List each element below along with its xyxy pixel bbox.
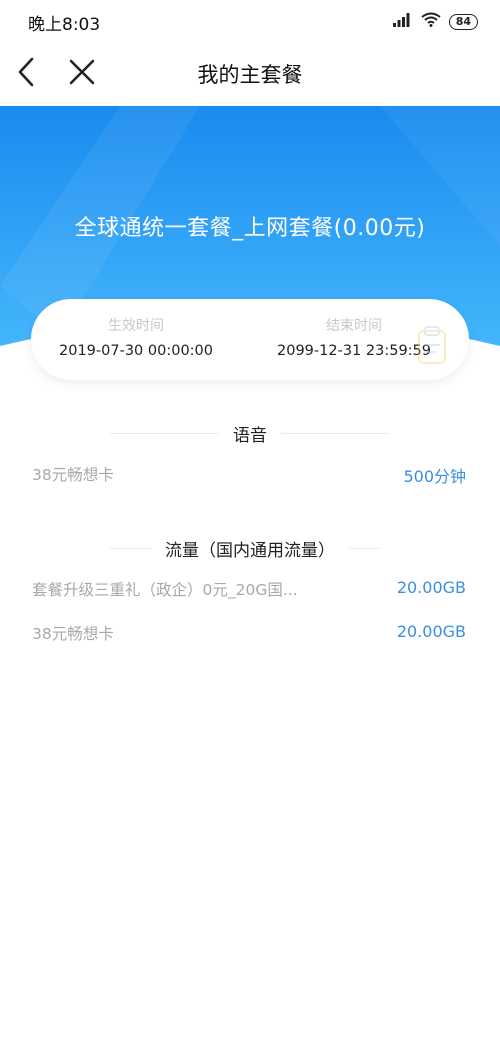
- list-item: 38元畅想卡 500分钟: [32, 463, 466, 487]
- start-date-block: 生效时间 2019-07-30 00:00:00: [41, 315, 231, 359]
- package-amount: 20.00GB: [396, 578, 466, 597]
- package-name: 套餐升级三重礼（政企）0元_20G国...: [32, 581, 298, 599]
- package-amount: 500分钟: [403, 467, 466, 486]
- voice-section-header: 语音: [0, 421, 500, 446]
- battery-icon: 84: [448, 13, 478, 30]
- nav-bar: 我的主套餐: [0, 40, 500, 106]
- package-name: 38元畅想卡: [32, 625, 114, 643]
- voice-section-title: 语音: [219, 421, 281, 446]
- start-date-value: 2019-07-30 00:00:00: [59, 343, 213, 359]
- validity-card: 生效时间 2019-07-30 00:00:00 结束时间 2099-12-31…: [31, 299, 469, 380]
- page-title: 我的主套餐: [197, 63, 303, 87]
- start-date-label: 生效时间: [108, 318, 164, 334]
- document-icon: [413, 325, 453, 373]
- signal-icon: [392, 12, 413, 31]
- plan-title: 全球通统一套餐_上网套餐(0.00元): [74, 216, 426, 241]
- data-section-header: 流量（国内通用流量）: [0, 536, 500, 561]
- status-bar: 晚上8:03 84: [0, 0, 500, 40]
- data-section-title: 流量（国内通用流量）: [151, 536, 349, 561]
- list-item: 套餐升级三重礼（政企）0元_20G国... 20.00GB: [32, 578, 466, 602]
- status-icons: 84: [392, 12, 478, 31]
- status-time: 晚上8:03: [28, 15, 101, 35]
- list-item: 38元畅想卡 20.00GB: [32, 622, 466, 646]
- wifi-icon: [421, 12, 441, 31]
- package-amount: 20.00GB: [396, 622, 466, 641]
- package-name: 38元畅想卡: [32, 466, 114, 484]
